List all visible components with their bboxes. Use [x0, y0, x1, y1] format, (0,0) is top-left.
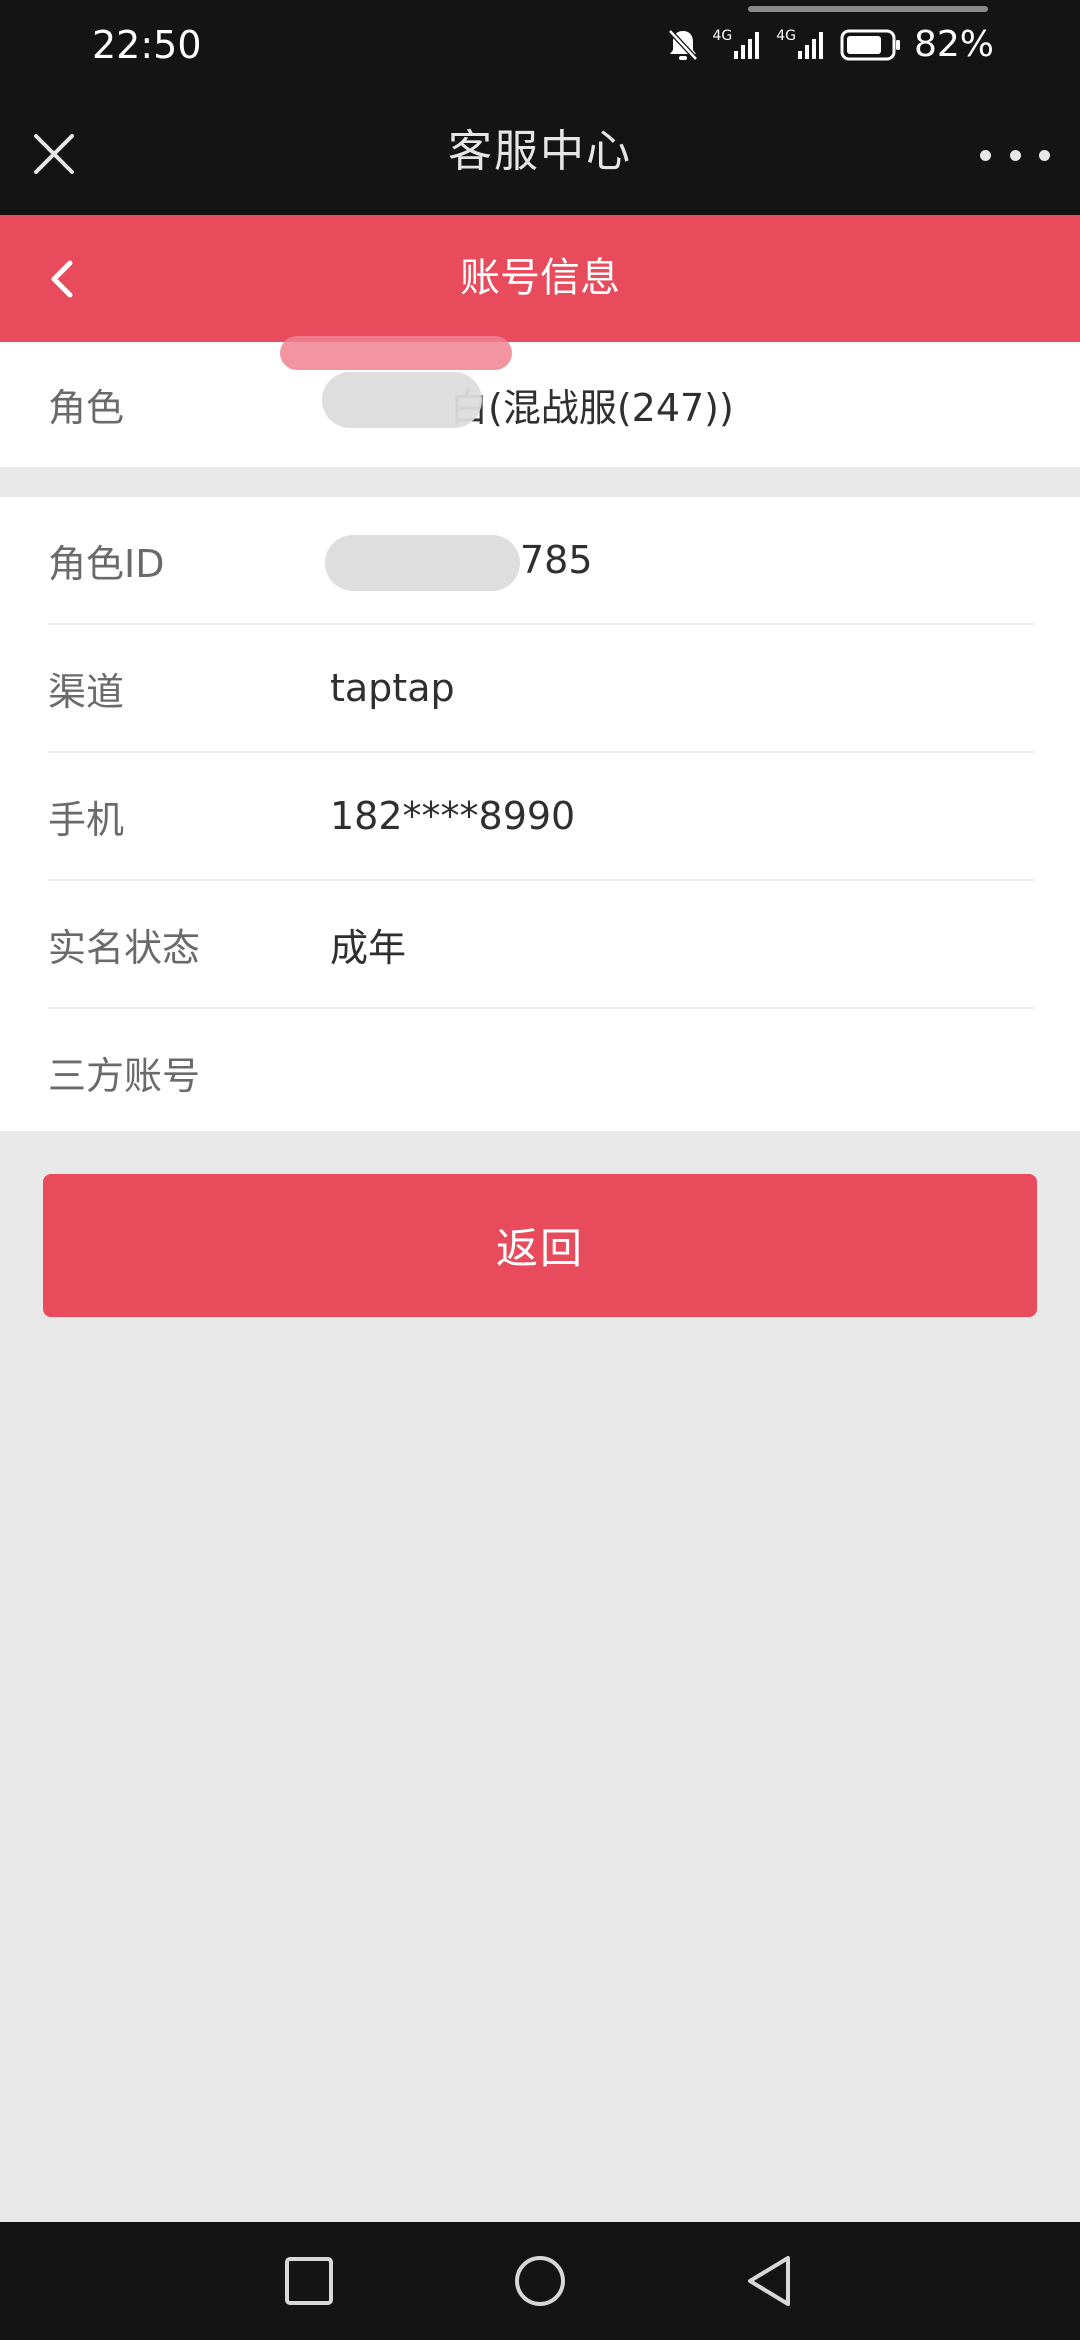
more-options-button[interactable]: [980, 130, 1050, 180]
mute-notification-icon: [668, 29, 699, 61]
signal-1-label: 4G: [712, 28, 733, 44]
detail-row-phone: 手机 182****8990: [0, 753, 1080, 879]
detail-row-third-party: 三方账号: [0, 1009, 1080, 1135]
role-row: 角色 白(混战服(247)): [0, 342, 1080, 467]
privacy-blur: [280, 336, 512, 370]
status-icons: 4G 4G 82%: [666, 20, 994, 70]
page-header: 账号信息: [0, 215, 1080, 342]
circle-home-icon: [515, 2256, 565, 2306]
battery-percent: 82%: [913, 24, 994, 65]
battery-icon: [840, 29, 900, 61]
triangle-back-icon: [748, 2256, 790, 2306]
detail-row-realname: 实名状态 成年: [0, 881, 1080, 1007]
role-label: 角色: [48, 386, 125, 430]
privacy-blur: [325, 535, 520, 591]
more-dots-icon: [1009, 149, 1021, 161]
role-card: 角色 白(混战服(247)): [0, 336, 1080, 467]
back-nav-button[interactable]: [740, 2250, 802, 2312]
signal-2-icon: 4G: [776, 29, 828, 61]
square-recents-icon: [285, 2257, 333, 2305]
detail-row-channel: 渠道 taptap: [0, 625, 1080, 751]
channel-value: taptap: [330, 666, 455, 710]
role-id-value: 785: [520, 538, 593, 582]
more-dots-icon: [980, 149, 991, 161]
phone-value: 182****8990: [330, 794, 576, 838]
system-navigation-bar: [0, 2222, 1080, 2340]
role-id-label: 角色ID: [48, 541, 165, 586]
third-party-account-label: 三方账号: [48, 1053, 201, 1098]
window-title: 客服中心: [448, 126, 632, 177]
phone-label: 手机: [48, 797, 125, 842]
role-value: 白(混战服(247)): [450, 386, 734, 430]
top-drag-handle: [748, 6, 988, 12]
page-title: 账号信息: [460, 255, 620, 301]
home-button[interactable]: [509, 2250, 571, 2312]
title-bar: 客服中心: [0, 90, 1080, 215]
account-detail-card: 角色ID 785 渠道 taptap 手机 182****8990 实名状态 成…: [0, 497, 1080, 1131]
status-bar: 22:50 4G 4G 82%: [0, 0, 1080, 90]
realname-status-label: 实名状态: [48, 925, 201, 970]
detail-row-role-id: 角色ID 785: [0, 497, 1080, 623]
realname-status-value: 成年: [330, 925, 407, 970]
channel-label: 渠道: [48, 669, 125, 714]
more-dots-icon: [1039, 149, 1050, 161]
signal-2-label: 4G: [776, 28, 796, 44]
status-time: 22:50: [92, 23, 202, 67]
recents-button[interactable]: [278, 2250, 340, 2312]
return-button[interactable]: 返回: [43, 1174, 1037, 1317]
signal-1-icon: 4G: [712, 29, 764, 61]
privacy-blur: [322, 372, 482, 428]
